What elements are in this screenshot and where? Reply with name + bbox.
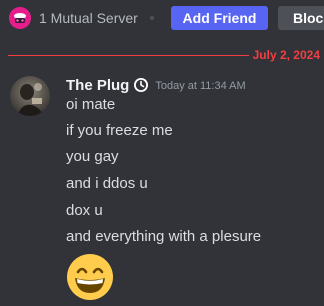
separator-dot	[150, 16, 154, 20]
message-line: if you freeze me	[66, 122, 173, 139]
block-button[interactable]: Block	[278, 6, 324, 30]
message-line: oi mate	[66, 96, 116, 113]
message-line: you gay	[66, 148, 119, 165]
add-friend-button[interactable]: Add Friend	[171, 6, 268, 30]
message-header: The Plug Today at 11:34 AM	[66, 76, 246, 96]
mutual-servers-link[interactable]: 1 Mutual Server	[39, 9, 138, 27]
divider-date: July 2, 2024	[248, 48, 324, 62]
message-line: and i ddos u	[66, 175, 148, 192]
mutual-server-icon[interactable]	[9, 7, 31, 29]
message-timestamp[interactable]: Today at 11:34 AM	[155, 76, 245, 96]
grinning-smiling-eyes-emoji[interactable]	[66, 253, 114, 301]
date-divider: July 2, 2024	[8, 48, 324, 62]
clock-icon[interactable]	[133, 77, 149, 93]
message-line: dox u	[66, 202, 103, 219]
profile-actions-bar: 1 Mutual Server Add Friend Block	[0, 0, 324, 36]
username[interactable]: The Plug	[66, 76, 129, 96]
message-line: and everything with a plesure	[66, 228, 262, 245]
user-avatar[interactable]	[10, 76, 50, 116]
